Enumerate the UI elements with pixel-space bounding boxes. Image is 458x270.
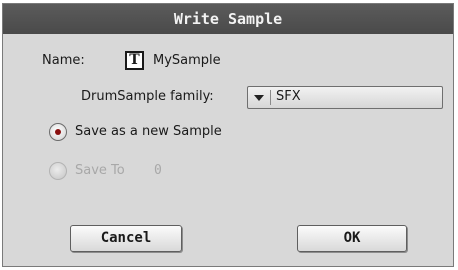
drumsample-family-label: DrumSample family: — [81, 89, 214, 104]
radio-selected-indicator — [55, 129, 61, 135]
cancel-button[interactable]: Cancel — [70, 225, 182, 252]
write-sample-dialog: Write Sample Name: T MySample DrumSample… — [2, 3, 454, 267]
save-to-label[interactable]: Save To — [75, 163, 125, 178]
name-label: Name: — [42, 53, 85, 68]
radio-save-to[interactable] — [49, 162, 67, 180]
save-to-value: 0 — [154, 163, 162, 178]
save-new-sample-label[interactable]: Save as a new Sample — [75, 124, 222, 139]
chevron-down-icon — [254, 95, 264, 101]
dialog-title: Write Sample — [3, 4, 453, 34]
radio-save-new-sample[interactable] — [49, 123, 67, 141]
text-edit-icon[interactable]: T — [125, 51, 144, 70]
ok-button[interactable]: OK — [297, 225, 407, 252]
dropdown-separator — [270, 90, 271, 105]
drumsample-family-value: SFX — [276, 89, 301, 104]
sample-name-value[interactable]: MySample — [153, 53, 221, 68]
drumsample-family-dropdown[interactable]: SFX — [247, 86, 443, 109]
